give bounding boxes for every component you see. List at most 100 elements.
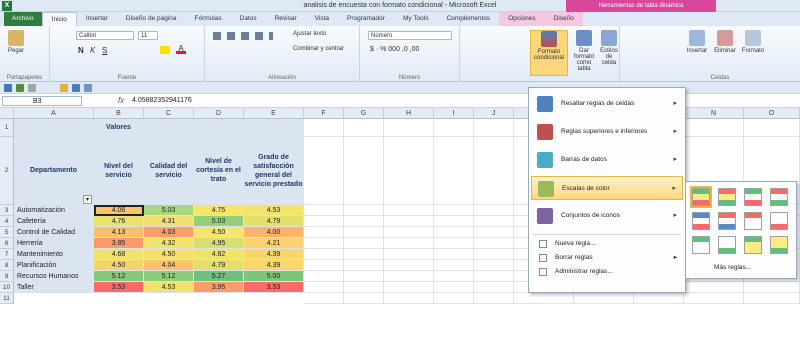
empty-cell[interactable] [344,216,384,227]
row-header[interactable]: 7 [0,249,14,260]
value-cell[interactable]: 4.79 [244,216,304,227]
empty-cell[interactable] [344,271,384,282]
cell-styles-button[interactable]: Estilos de celda [598,30,620,66]
empty-cell[interactable] [384,216,434,227]
empty-cell[interactable] [344,227,384,238]
value-cell[interactable]: 4.50 [194,227,244,238]
column-header[interactable]: A [14,108,94,119]
format-as-table-button[interactable]: Dar formato como tabla [572,30,596,72]
empty-cell[interactable] [384,260,434,271]
department-cell[interactable]: Cafetería [14,216,94,227]
empty-cell[interactable] [744,119,800,137]
color-scale-swatch[interactable] [770,212,788,230]
value-cell[interactable]: 3.53 [94,282,144,293]
column-header[interactable]: C [144,108,194,119]
empty-cell[interactable] [434,227,474,238]
empty-cell[interactable] [384,271,434,282]
tab-complementos[interactable]: Complementos [437,12,499,26]
value-cell[interactable]: 4.50 [94,260,144,271]
color-scale-swatch[interactable] [744,236,762,254]
font-size-select[interactable]: 11 [138,31,158,40]
empty-cell[interactable] [684,293,744,304]
empty-cell[interactable] [344,249,384,260]
tab-diseño[interactable]: Diseño [544,12,583,26]
value-cell[interactable]: 3.95 [194,282,244,293]
empty-cell[interactable] [474,271,514,282]
redo-icon[interactable] [28,84,36,92]
department-cell[interactable]: Control de Calidad [14,227,94,238]
column-header[interactable]: F [304,108,344,119]
row-header[interactable]: 9 [0,271,14,282]
empty-cell[interactable] [474,238,514,249]
empty-cell[interactable] [434,260,474,271]
color-scale-swatch[interactable] [692,236,710,254]
empty-cell[interactable] [474,205,514,216]
empty-cell[interactable] [344,205,384,216]
empty-cell[interactable] [474,293,514,304]
tab-opciones[interactable]: Opciones [499,12,545,26]
empty-cell[interactable] [304,216,344,227]
currency-percent-buttons[interactable]: $ · % 000 ,0 ,00 [370,46,419,53]
fill-color-icon[interactable] [160,46,170,54]
empty-cell[interactable] [344,238,384,249]
menu-item-clear-rules[interactable]: Borrar reglas ▸ [531,252,683,264]
department-cell[interactable]: Herrería [14,238,94,249]
empty-cell[interactable] [634,293,684,304]
tab-vista[interactable]: Vista [306,12,338,26]
value-cell[interactable]: 4.32 [144,238,194,249]
color-scale-swatch[interactable] [690,186,712,208]
empty-cell[interactable] [474,227,514,238]
empty-cell[interactable] [434,282,474,293]
department-cell[interactable]: Mantenimiento [14,249,94,260]
column-header[interactable]: G [344,108,384,119]
value-cell[interactable]: 4.82 [194,249,244,260]
row-header[interactable]: 6 [0,238,14,249]
empty-cell[interactable] [474,249,514,260]
value-cell[interactable]: 4.79 [194,260,244,271]
empty-cell[interactable] [474,119,514,137]
underline-button[interactable]: S [102,46,107,55]
column-title[interactable]: Grado de satisfacción general del servic… [244,137,304,205]
preview-icon[interactable] [84,84,92,92]
column-header[interactable]: N [684,108,744,119]
empty-cell[interactable] [384,293,434,304]
column-header[interactable]: B [94,108,144,119]
column-header[interactable]: H [384,108,434,119]
value-cell[interactable]: 4.06 [94,205,144,216]
empty-cell[interactable] [434,119,474,137]
name-box[interactable]: B3 [2,96,82,106]
value-cell[interactable]: 4.68 [94,249,144,260]
value-cell[interactable]: 4.13 [94,227,144,238]
row-header[interactable]: 2 [0,137,14,205]
department-cell[interactable]: Automatización [14,205,94,216]
empty-cell[interactable] [384,227,434,238]
number-format-select[interactable]: Número [368,31,452,40]
font-name-select[interactable]: Calibri [76,31,134,40]
menu-item-highlight-rules[interactable]: Resaltar reglas de celdas ▸ [531,92,683,116]
tab-my-tools[interactable]: My Tools [394,12,438,26]
row-header[interactable]: 8 [0,260,14,271]
empty-cell[interactable] [514,293,574,304]
print-icon[interactable] [72,84,80,92]
tab-programador[interactable]: Programador [338,12,394,26]
row-header[interactable]: 10 [0,282,14,293]
empty-cell[interactable] [344,260,384,271]
column-title[interactable]: Nivel de cortesía en el trato [194,137,244,205]
empty-cell[interactable] [474,282,514,293]
menu-item-icon-sets[interactable]: Conjuntos de iconos ▸ [531,204,683,228]
empty-cell[interactable] [434,205,474,216]
empty-cell[interactable] [304,137,344,205]
insert-cells-button[interactable]: Insertar [684,30,710,54]
empty-cell[interactable] [434,293,474,304]
empty-cell[interactable] [384,205,434,216]
tab-inicio[interactable]: Inicio [41,12,77,26]
header-cell[interactable] [194,119,244,137]
color-scale-swatch[interactable] [692,212,710,230]
tab-datos[interactable]: Datos [231,12,266,26]
column-title[interactable]: Nivel del servicio [94,137,144,205]
empty-cell[interactable] [304,227,344,238]
empty-cell[interactable] [574,293,634,304]
value-cell[interactable]: 4.39 [244,260,304,271]
italic-button[interactable]: K [90,46,95,55]
empty-cell[interactable] [434,216,474,227]
